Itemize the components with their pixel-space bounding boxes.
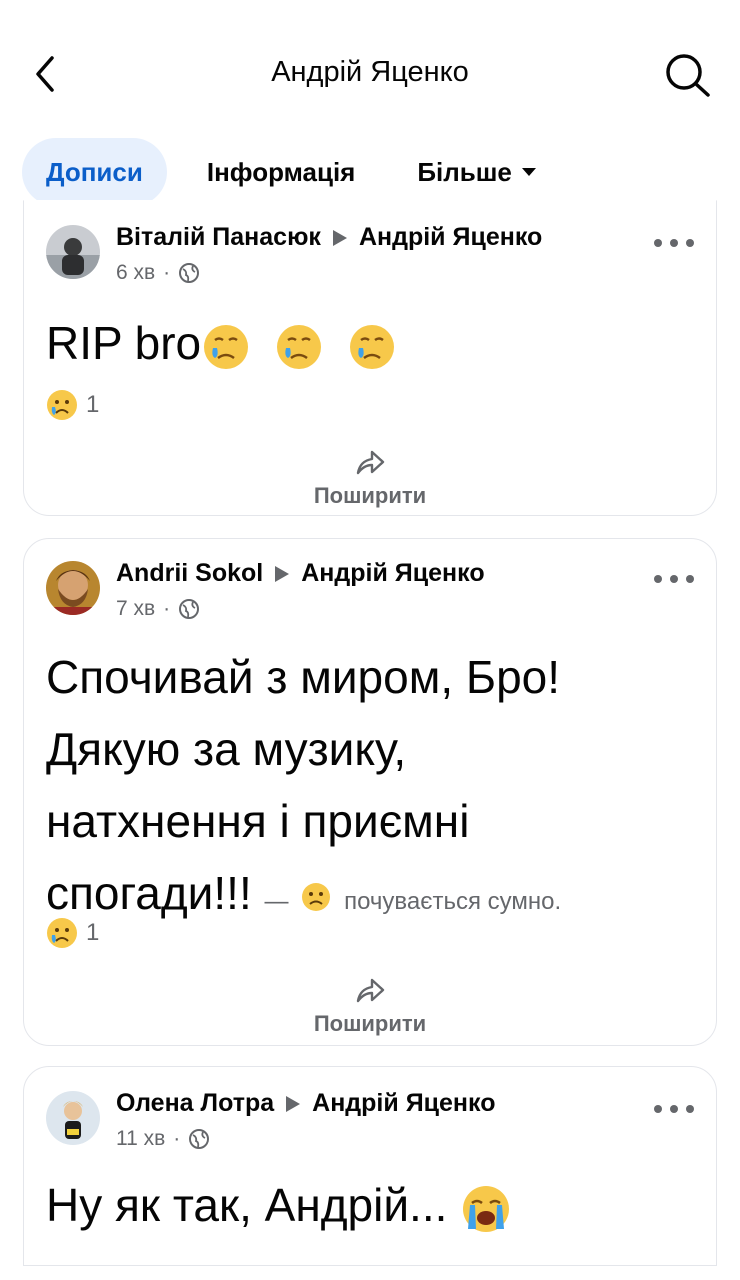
tab-info[interactable]: Інформація [207, 138, 355, 206]
author-name[interactable]: Andrii Sokol [116, 559, 263, 588]
globe-icon [189, 1129, 210, 1149]
search-button[interactable] [664, 52, 712, 98]
avatar[interactable] [46, 225, 100, 279]
triangle-right-icon [286, 1095, 301, 1112]
page-title: Андрій Яценко [271, 56, 469, 88]
post-time[interactable]: 6 хв [116, 261, 155, 285]
reaction-count: 1 [86, 391, 100, 418]
globe-icon [179, 599, 200, 619]
sad-face-icon [47, 918, 77, 948]
target-name[interactable]: Андрій Яценко [301, 559, 484, 588]
post-text: Ну як так, Андрій... [46, 1169, 696, 1241]
post-body-line: натхнення і приємні [46, 795, 470, 847]
reaction-summary[interactable]: 1 [46, 389, 99, 421]
post-meta: 6 хв · [116, 261, 200, 285]
avatar[interactable] [46, 561, 100, 615]
reaction-summary[interactable]: 1 [46, 917, 99, 949]
loudly-crying-face-icon [463, 1185, 510, 1232]
share-button[interactable]: Поширити [24, 447, 716, 509]
post-card: Віталій Панасюк Андрій Яценко 6 хв · RIP… [23, 200, 717, 516]
post-time[interactable]: 7 хв [116, 597, 155, 621]
author-name[interactable]: Віталій Панасюк [116, 223, 321, 252]
post-text: Спочивай з миром, Бро! Дякую за музику, … [46, 641, 696, 929]
post-author-line: Віталій Панасюк Андрій Яценко [116, 223, 542, 252]
target-name[interactable]: Андрій Яценко [312, 1089, 495, 1118]
caret-down-icon [521, 168, 536, 176]
post-card: Andrii Sokol Андрій Яценко 7 хв · Спочив… [23, 538, 717, 1046]
globe-icon [179, 263, 200, 283]
post-time[interactable]: 11 хв [116, 1127, 165, 1151]
feeling-dash: — [264, 888, 289, 915]
post-body-last-line: спогади!!! — почувається сумно. [46, 857, 696, 929]
post-meta: 11 хв · [116, 1127, 210, 1151]
post-body-line: спогади!!! [46, 867, 252, 919]
profile-tabs: Дописи Інформація Більше [22, 138, 536, 206]
more-options-button[interactable] [654, 569, 694, 589]
target-name[interactable]: Андрій Яценко [359, 223, 542, 252]
reaction-count: 1 [86, 919, 100, 946]
tab-posts[interactable]: Дописи [22, 138, 167, 206]
search-icon [666, 54, 710, 97]
sad-face-icon [302, 882, 331, 911]
share-label: Поширити [313, 1011, 427, 1036]
crying-face-icon [349, 324, 394, 369]
post-body: RIP bro [46, 317, 202, 369]
triangle-right-icon [332, 229, 347, 246]
share-label: Поширити [313, 483, 427, 508]
share-button[interactable]: Поширити [24, 975, 716, 1037]
post-card: Олена Лотра Андрій Яценко 11 хв · Ну як … [23, 1066, 717, 1266]
post-body-line: Спочивай з миром, Бро! [46, 651, 561, 703]
post-body-line: Дякую за музику, [46, 723, 407, 775]
sad-face-icon [47, 390, 77, 420]
crying-face-icon [204, 324, 249, 369]
post-author-line: Andrii Sokol Андрій Яценко [116, 559, 485, 588]
meta-separator: · [163, 261, 171, 284]
triangle-right-icon [275, 565, 290, 582]
avatar[interactable] [46, 1091, 100, 1145]
more-options-button[interactable] [654, 1099, 694, 1119]
crying-face-icon [276, 324, 321, 369]
tab-more-label: Більше [417, 156, 512, 187]
meta-separator: · [163, 597, 171, 620]
top-bar: Андрій Яценко [0, 0, 740, 140]
author-name[interactable]: Олена Лотра [116, 1089, 274, 1118]
tab-more[interactable]: Більше [417, 138, 536, 206]
post-body: Ну як так, Андрій... [46, 1179, 448, 1231]
more-options-button[interactable] [654, 233, 694, 253]
post-author-line: Олена Лотра Андрій Яценко [116, 1089, 496, 1118]
post-meta: 7 хв · [116, 597, 200, 621]
post-text: RIP bro [46, 307, 696, 379]
share-icon [356, 450, 385, 475]
share-icon [356, 978, 385, 1003]
meta-separator: · [173, 1127, 181, 1150]
feeling-text[interactable]: почувається сумно. [344, 888, 561, 915]
